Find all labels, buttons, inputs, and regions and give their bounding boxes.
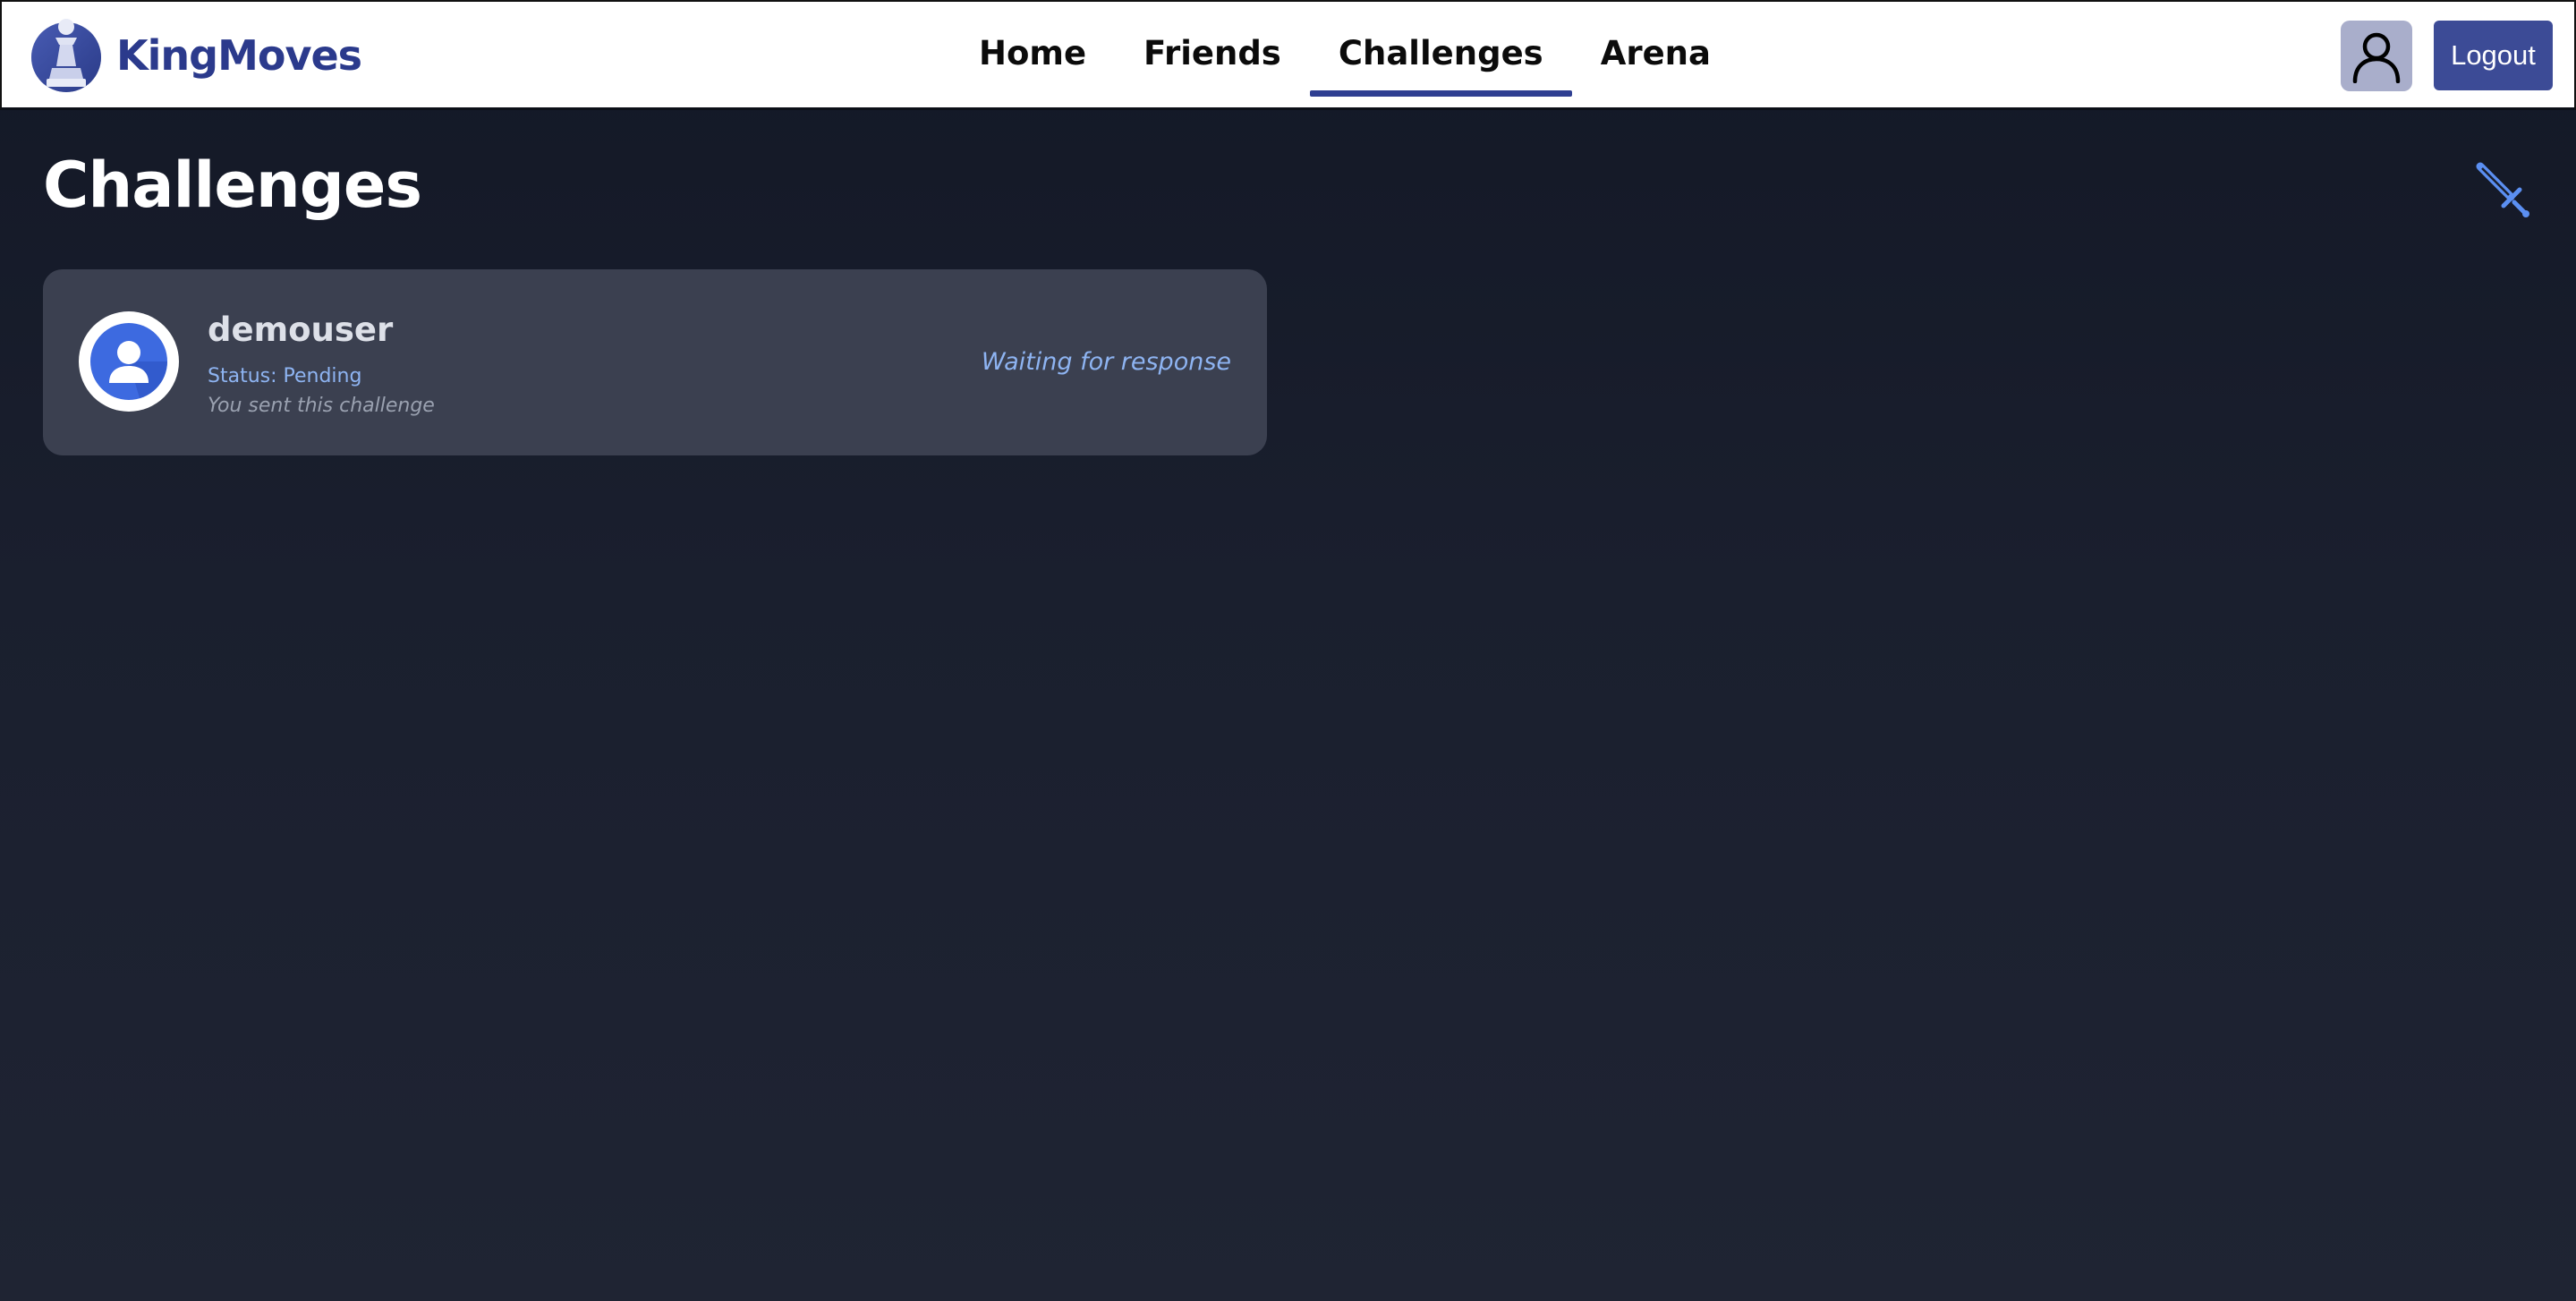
sword-icon [2476, 162, 2529, 217]
nav-arena[interactable]: Arena [1572, 2, 1739, 98]
nav-home[interactable]: Home [950, 2, 1115, 98]
challenge-waiting-text: Waiting for response [981, 348, 1231, 376]
main-nav: Home Friends Challenges Arena [950, 2, 1739, 112]
new-challenge-button[interactable] [2473, 161, 2532, 220]
page-title: Challenges [43, 149, 422, 222]
brand-name: KingMoves [116, 31, 362, 80]
chess-pawn-icon [31, 19, 101, 92]
brand-logo-link[interactable]: KingMoves [30, 18, 362, 93]
challenge-note: You sent this challenge [208, 395, 435, 417]
user-avatar-icon [88, 320, 170, 403]
challenge-avatar [79, 311, 179, 412]
nav-challenges[interactable]: Challenges [1309, 2, 1572, 98]
user-outline-icon [2352, 32, 2401, 83]
logout-button[interactable]: Logout [2434, 21, 2553, 90]
profile-button[interactable] [2341, 21, 2412, 91]
challenge-status: Status: Pending [208, 365, 362, 387]
top-navbar: KingMoves Home Friends Challenges Arena … [0, 0, 2576, 110]
challenge-username: demouser [208, 310, 394, 349]
nav-friends[interactable]: Friends [1115, 2, 1310, 98]
challenge-card[interactable]: demouser Status: Pending You sent this c… [43, 269, 1267, 455]
